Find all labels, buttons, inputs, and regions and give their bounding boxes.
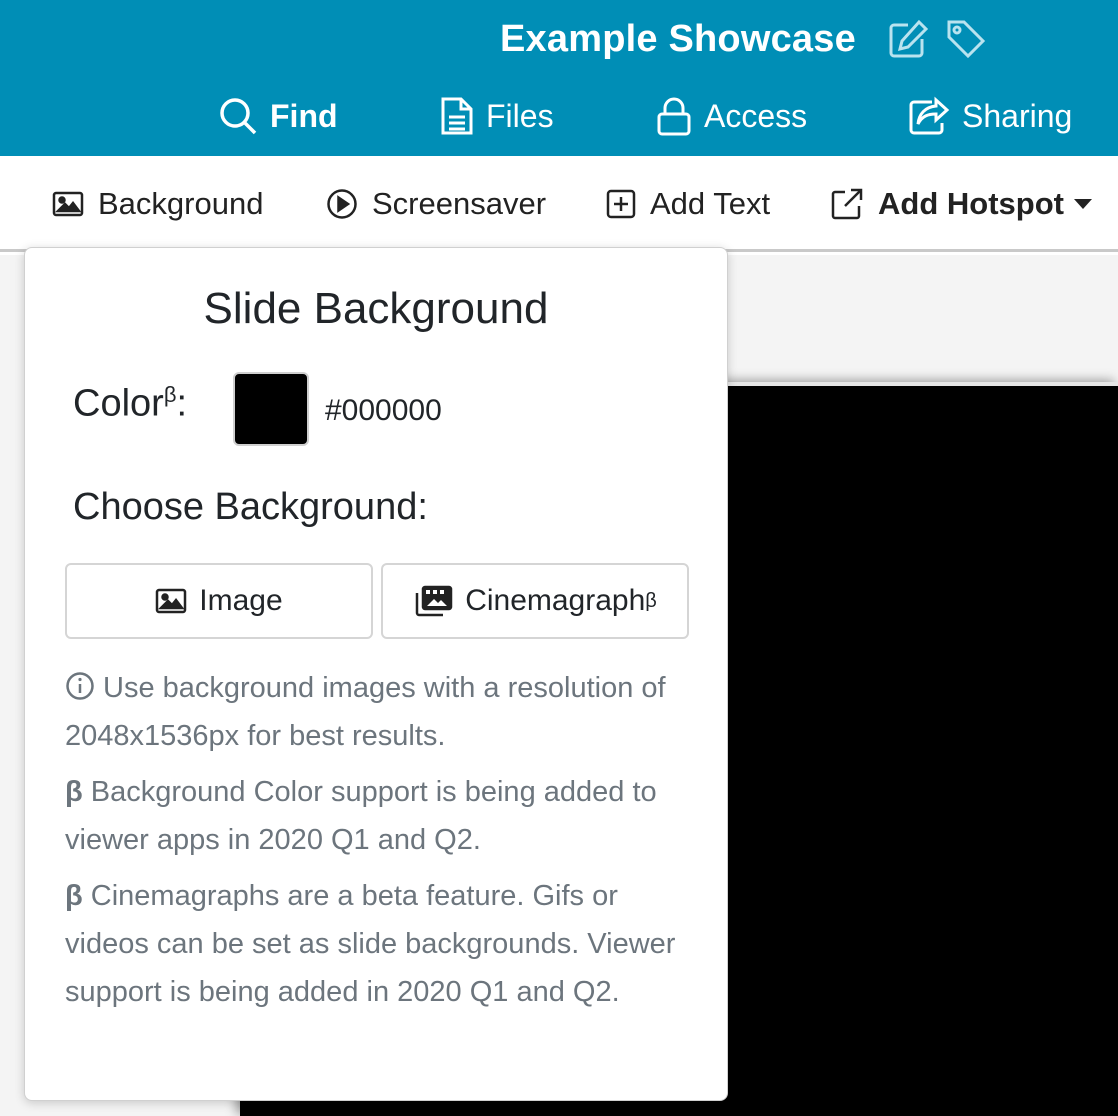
slide-background-popover: Slide Background Colorβ: #000000 Choose … <box>24 247 728 1101</box>
help-resolution: Use background images with a resolution … <box>65 664 695 760</box>
add-text-tool-label: Add Text <box>650 186 771 221</box>
beta-mark: β <box>65 776 83 808</box>
screensaver-tool-button[interactable]: Screensaver <box>326 182 546 226</box>
nav-sharing[interactable]: Sharing <box>908 90 1072 142</box>
top-header: Example Showcase Find Files Access Shari… <box>0 0 1118 156</box>
help-cinemagraph-beta-text: Cinemagraphs are a beta feature. Gifs or… <box>65 880 676 1008</box>
share-icon <box>909 96 950 135</box>
editor-toolbar: Background Screensaver Add Text Add Hots… <box>0 156 1118 252</box>
search-icon <box>220 98 257 135</box>
beta-mark: β <box>645 589 657 612</box>
background-tool-button[interactable]: Background <box>52 182 263 226</box>
play-circle-icon <box>327 189 357 219</box>
main-nav: Find Files Access Sharing <box>0 90 1118 142</box>
file-icon <box>441 97 473 135</box>
screensaver-tool-label: Screensaver <box>372 186 547 221</box>
nav-files[interactable]: Files <box>440 90 554 142</box>
beta-mark: β <box>65 880 83 912</box>
color-label: Colorβ: <box>73 382 187 426</box>
color-label-suffix: : <box>176 382 188 425</box>
showcase-title: Example Showcase <box>500 17 856 60</box>
add-hotspot-label: Add Hotspot <box>878 186 1064 221</box>
cinemagraph-button-label: Cinemagraph <box>465 584 646 617</box>
tag-icon[interactable] <box>944 17 988 61</box>
choose-background-label: Choose Background: <box>73 486 428 528</box>
add-hotspot-dropdown[interactable]: Add Hotspot <box>830 182 1092 226</box>
help-color-beta-text: Background Color support is being added … <box>65 776 657 856</box>
nav-access[interactable]: Access <box>656 90 807 142</box>
plus-square-icon <box>606 189 636 219</box>
beta-mark: β <box>163 382 177 407</box>
image-button-label: Image <box>199 584 283 617</box>
add-text-tool-button[interactable]: Add Text <box>606 182 770 226</box>
images-icon <box>415 585 453 617</box>
help-resolution-text: Use background images with a resolution … <box>65 672 666 752</box>
nav-files-label: Files <box>486 97 554 134</box>
image-icon <box>52 191 84 217</box>
title-row: Example Showcase <box>500 14 988 64</box>
chevron-down-icon <box>1073 199 1092 209</box>
nav-access-label: Access <box>704 97 808 134</box>
lock-icon <box>657 97 691 136</box>
image-icon <box>156 588 187 614</box>
background-tool-label: Background <box>98 186 264 221</box>
color-hex-value: #000000 <box>325 394 442 427</box>
color-swatch[interactable] <box>233 372 309 446</box>
help-cinemagraph-beta: β Cinemagraphs are a beta feature. Gifs … <box>65 872 695 1016</box>
cinemagraph-button[interactable]: Cinemagraph β <box>381 563 689 639</box>
nav-find[interactable]: Find <box>218 90 338 142</box>
color-label-text: Color <box>73 382 164 425</box>
edit-icon[interactable] <box>886 17 930 61</box>
nav-sharing-label: Sharing <box>962 97 1073 134</box>
info-icon <box>66 672 94 700</box>
help-color-beta: β Background Color support is being adde… <box>65 768 695 864</box>
nav-find-label: Find <box>270 97 338 134</box>
external-link-icon <box>831 188 863 220</box>
image-button[interactable]: Image <box>65 563 373 639</box>
popover-title: Slide Background <box>203 284 549 333</box>
